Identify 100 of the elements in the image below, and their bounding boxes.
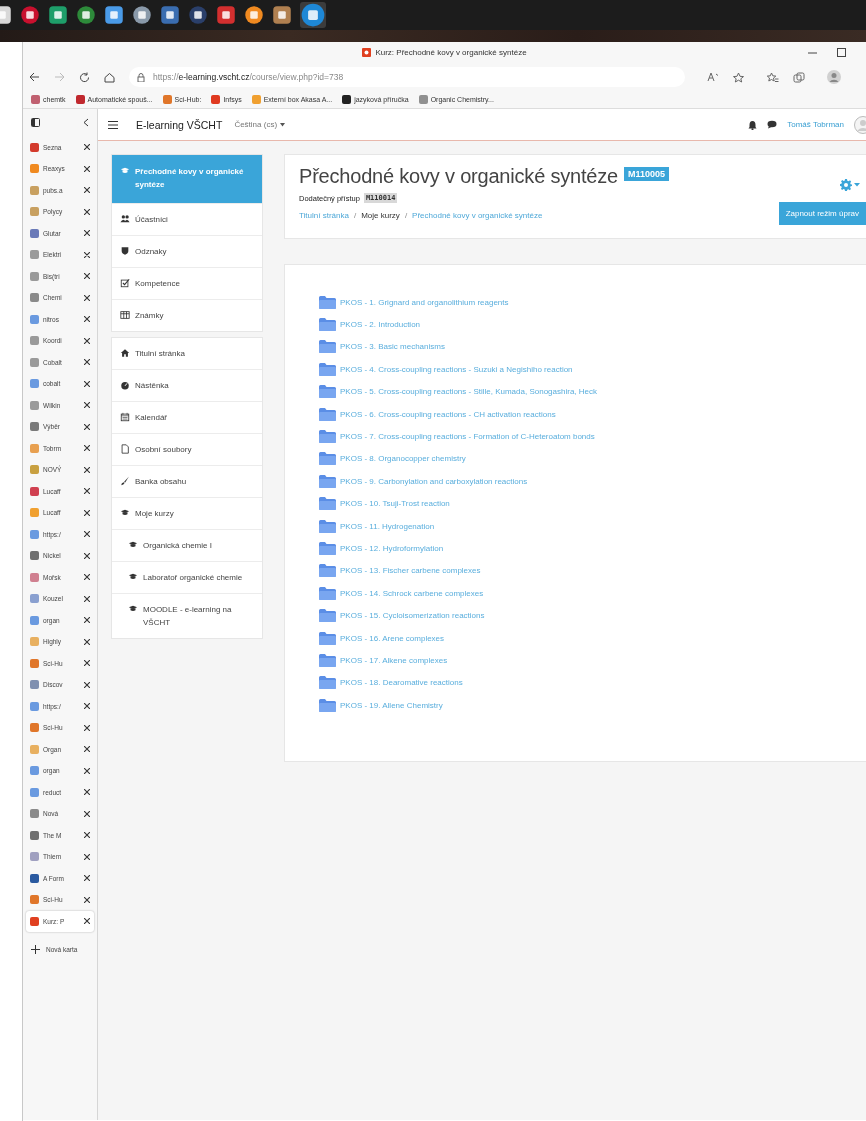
close-icon[interactable] [84, 144, 90, 151]
close-icon[interactable] [84, 660, 90, 667]
graduation-cap-icon [120, 508, 130, 518]
nav-item[interactable]: MOODLE - e-learning na VŠCHT [112, 593, 262, 638]
close-icon[interactable] [84, 617, 90, 624]
profile-icon[interactable] [827, 70, 841, 84]
close-icon[interactable] [84, 767, 90, 774]
nav-item[interactable]: Titulní stránka [112, 338, 262, 369]
close-icon[interactable] [84, 531, 90, 538]
taskbar-app-icon[interactable] [48, 5, 68, 25]
folder-icon [319, 698, 336, 712]
taskbar-app-icon[interactable] [272, 5, 292, 25]
close-icon[interactable] [84, 746, 90, 753]
close-icon[interactable] [84, 574, 90, 581]
graduation-cap-icon [128, 604, 138, 614]
nav-item[interactable]: Banka obsahu [112, 465, 262, 497]
checkbox-icon [120, 278, 130, 288]
close-icon[interactable] [84, 789, 90, 796]
nav-item[interactable]: Odznaky [112, 235, 262, 267]
close-icon[interactable] [84, 466, 90, 473]
folder-icon [319, 564, 336, 578]
collapse-icon[interactable] [83, 118, 89, 127]
folder-icon [319, 497, 336, 511]
shield-icon [120, 246, 130, 256]
site-name[interactable]: E-learning VŠCHT [136, 118, 223, 131]
taskbar-app-icon[interactable] [76, 5, 96, 25]
nav-item[interactable]: Známky [112, 299, 262, 331]
graduation-cap-icon [120, 166, 130, 176]
file-icon [120, 444, 130, 454]
close-icon[interactable] [84, 445, 90, 452]
close-icon[interactable] [84, 208, 90, 215]
nav-item[interactable]: Moje kurzy [112, 497, 262, 529]
folder-icon [319, 631, 336, 645]
close-icon[interactable] [84, 251, 90, 258]
reload-icon[interactable] [79, 71, 90, 83]
taskbar-app-icon[interactable] [244, 5, 264, 25]
brush-icon [120, 476, 130, 486]
taskbar-app-icon[interactable] [300, 2, 326, 28]
taskbar-app-icon[interactable] [132, 5, 152, 25]
add-favorite-icon[interactable] [733, 71, 745, 83]
close-icon[interactable] [84, 638, 90, 645]
home-icon [120, 348, 130, 358]
close-icon[interactable] [84, 552, 90, 559]
close-icon[interactable] [84, 918, 90, 925]
close-icon[interactable] [84, 273, 90, 280]
nav-item[interactable]: Laboratoř organické chemie [112, 561, 262, 593]
close-icon[interactable] [84, 423, 90, 430]
menu-icon[interactable] [108, 120, 118, 129]
nav-item[interactable]: Kalendář [112, 401, 262, 433]
close-icon[interactable] [84, 810, 90, 817]
nav-item[interactable]: Účastníci [112, 203, 262, 235]
folder-icon [319, 295, 336, 309]
folder-icon [319, 340, 336, 354]
folder-icon [319, 474, 336, 488]
maximize-icon[interactable] [837, 48, 846, 57]
home-icon[interactable] [104, 71, 115, 83]
close-icon[interactable] [84, 896, 90, 903]
bell-icon[interactable] [748, 119, 758, 130]
sidebar-icon[interactable] [31, 118, 40, 127]
nav-item[interactable]: Kompetence [112, 267, 262, 299]
close-icon[interactable] [84, 165, 90, 172]
close-icon[interactable] [84, 294, 90, 301]
close-icon[interactable] [84, 337, 90, 344]
collections-icon[interactable] [793, 71, 805, 83]
close-icon[interactable] [84, 875, 90, 882]
folder-icon [319, 542, 336, 555]
close-icon[interactable] [84, 187, 90, 194]
nav-item[interactable]: Nástěnka [112, 369, 262, 401]
users-icon [120, 214, 130, 224]
folder-icon [319, 609, 336, 623]
read-aloud-icon[interactable] [707, 72, 719, 82]
close-icon[interactable] [84, 359, 90, 366]
taskbar-app-icon[interactable] [20, 5, 40, 25]
favorites-icon[interactable] [767, 71, 779, 83]
close-icon[interactable] [84, 316, 90, 323]
close-icon[interactable] [84, 724, 90, 731]
close-icon[interactable] [84, 509, 90, 516]
close-icon[interactable] [84, 703, 90, 710]
close-icon[interactable] [84, 853, 90, 860]
close-icon[interactable] [84, 230, 90, 237]
close-icon[interactable] [84, 488, 90, 495]
nav-item[interactable]: Osobní soubory [112, 433, 262, 465]
caret-icon [854, 183, 860, 187]
close-icon[interactable] [84, 681, 90, 688]
taskbar-app-icon[interactable] [160, 5, 180, 25]
close-icon[interactable] [84, 832, 90, 839]
chat-icon[interactable] [767, 120, 778, 129]
lock-icon [137, 72, 145, 82]
taskbar-app-icon[interactable] [188, 5, 208, 25]
graduation-cap-icon [128, 572, 138, 582]
close-icon[interactable] [84, 380, 90, 387]
taskbar-app-icon[interactable] [216, 5, 236, 25]
close-icon[interactable] [84, 402, 90, 409]
back-icon[interactable] [29, 72, 40, 82]
address-field[interactable]: https://e-learning.vscht.cz/course/view.php?id=738 [129, 67, 685, 87]
folder-icon [319, 430, 336, 444]
language-menu[interactable]: Čeština (cs) [234, 120, 286, 129]
nav-item[interactable]: Organická chemie I [112, 529, 262, 561]
taskbar-app-icon[interactable] [104, 5, 124, 25]
close-icon[interactable] [84, 595, 90, 602]
